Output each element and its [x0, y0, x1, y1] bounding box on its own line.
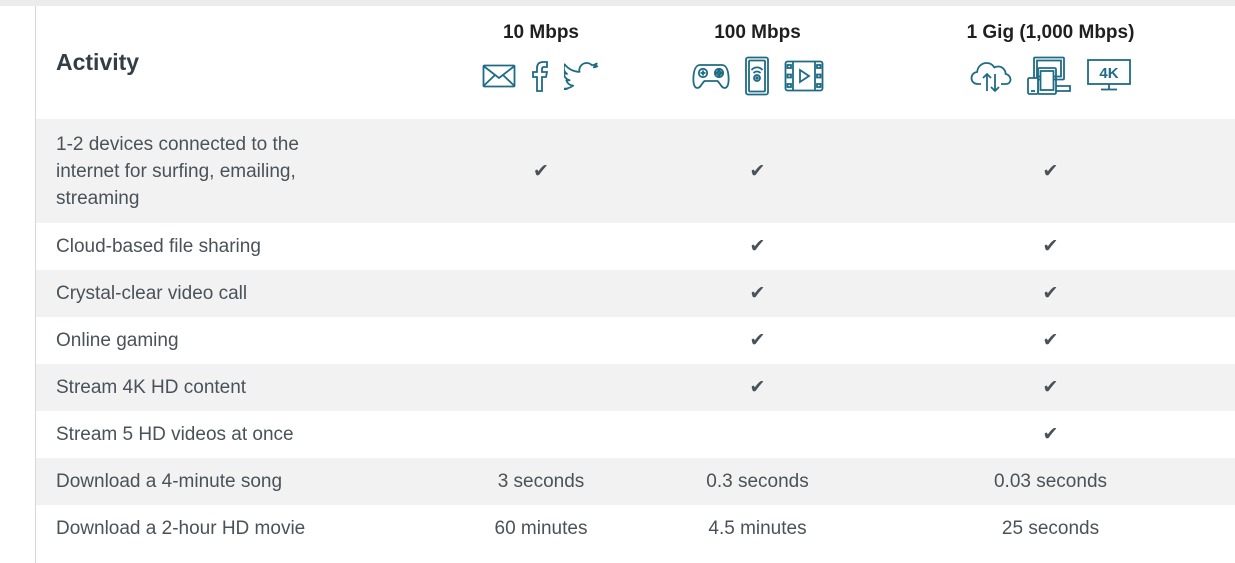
value-cell-1gig: ✔	[1042, 283, 1059, 304]
table-header: Activity 10 Mbps 100 Mbps 1 Gig (1,000 M…	[36, 6, 1235, 119]
4k-tv-icon: 4K	[1086, 59, 1131, 91]
table-row: Download a 2-hour HD movie 60 minutes 4.…	[36, 505, 1235, 552]
gamepad-icon	[691, 64, 730, 89]
activity-cell: Stream 4K HD content	[56, 377, 247, 398]
value-cell-10mbps: 3 seconds	[497, 470, 585, 492]
value-cell-100mbps: ✔	[749, 236, 766, 257]
internet-speed-table: Activity 10 Mbps 100 Mbps 1 Gig (1,000 M…	[36, 6, 1235, 552]
facebook-icon	[532, 61, 549, 92]
icon-group-100mbps	[649, 56, 866, 96]
value-cell-1gig: 0.03 seconds	[993, 470, 1108, 492]
value-cell-10mbps: 60 minutes	[494, 517, 588, 539]
activity-cell: Online gaming	[56, 330, 179, 351]
4k-badge-text: 4K	[1099, 65, 1118, 82]
value-cell-100mbps	[649, 411, 866, 458]
speed-column-10mbps: 10 Mbps	[433, 6, 649, 119]
value-cell-100mbps: ✔	[749, 283, 766, 304]
value-cell-1gig: ✔	[1042, 424, 1059, 445]
value-cell-100mbps: ✔	[749, 377, 766, 398]
value-cell-10mbps	[433, 270, 649, 317]
value-cell-10mbps	[433, 223, 649, 270]
activity-cell: 1-2 devices connected to the internet fo…	[36, 119, 433, 223]
table-row: Stream 5 HD videos at once ✔	[36, 411, 1235, 458]
table-row: Cloud-based file sharing ✔ ✔	[36, 223, 1235, 270]
smart-speaker-icon	[744, 56, 769, 96]
activity-cell: Stream 5 HD videos at once	[56, 424, 294, 445]
icon-group-1gig: 4K	[866, 56, 1235, 96]
value-cell-100mbps: ✔	[749, 160, 766, 182]
value-cell-10mbps	[433, 317, 649, 364]
activity-cell: Download a 2-hour HD movie	[56, 518, 306, 539]
value-cell-10mbps: ✔	[533, 160, 549, 182]
video-icon	[784, 60, 823, 92]
value-cell-100mbps: ✔	[749, 330, 766, 351]
value-cell-100mbps: 0.3 seconds	[706, 470, 809, 492]
twitter-icon	[564, 62, 599, 90]
activity-column-header: Activity	[56, 49, 140, 75]
comparison-table-frame: Activity 10 Mbps 100 Mbps 1 Gig (1,000 M…	[0, 0, 1235, 563]
activity-cell: Crystal-clear video call	[56, 283, 248, 304]
activity-cell: Download a 4-minute song	[56, 471, 283, 492]
activity-cell: Cloud-based file sharing	[56, 236, 261, 257]
speed-label-10mbps: 10 Mbps	[502, 22, 580, 43]
value-cell-1gig: 25 seconds	[1001, 517, 1100, 539]
table-row: 1-2 devices connected to the internet fo…	[36, 119, 1235, 223]
value-cell-1gig: ✔	[1042, 160, 1059, 182]
table-row: Online gaming ✔ ✔	[36, 317, 1235, 364]
value-cell-10mbps	[433, 411, 649, 458]
speed-column-100mbps: 100 Mbps	[649, 6, 866, 119]
table-row: Crystal-clear video call ✔ ✔	[36, 270, 1235, 317]
table-row: Download a 4-minute song 3 seconds 0.3 s…	[36, 458, 1235, 505]
activity-text: 1-2 devices connected to the internet fo…	[56, 133, 299, 209]
table-row: Stream 4K HD content ✔ ✔	[36, 364, 1235, 411]
multi-device-icon	[1026, 56, 1071, 95]
table-body: 1-2 devices connected to the internet fo…	[36, 119, 1235, 552]
cloud-transfer-icon	[970, 62, 1011, 92]
mail-icon	[482, 64, 516, 88]
value-cell-1gig: ✔	[1042, 236, 1059, 257]
speed-label-1gig: 1 Gig (1,000 Mbps)	[966, 22, 1135, 43]
speed-label-100mbps: 100 Mbps	[714, 22, 801, 43]
value-cell-1gig: ✔	[1042, 377, 1059, 398]
value-cell-1gig: ✔	[1042, 330, 1059, 351]
speed-column-1gig: 1 Gig (1,000 Mbps) 4K	[866, 6, 1235, 119]
icon-group-10mbps	[433, 56, 649, 96]
header-row: Activity 10 Mbps 100 Mbps 1 Gig (1,000 M…	[36, 6, 1235, 119]
value-cell-100mbps: 4.5 minutes	[708, 517, 807, 539]
value-cell-10mbps	[433, 364, 649, 411]
